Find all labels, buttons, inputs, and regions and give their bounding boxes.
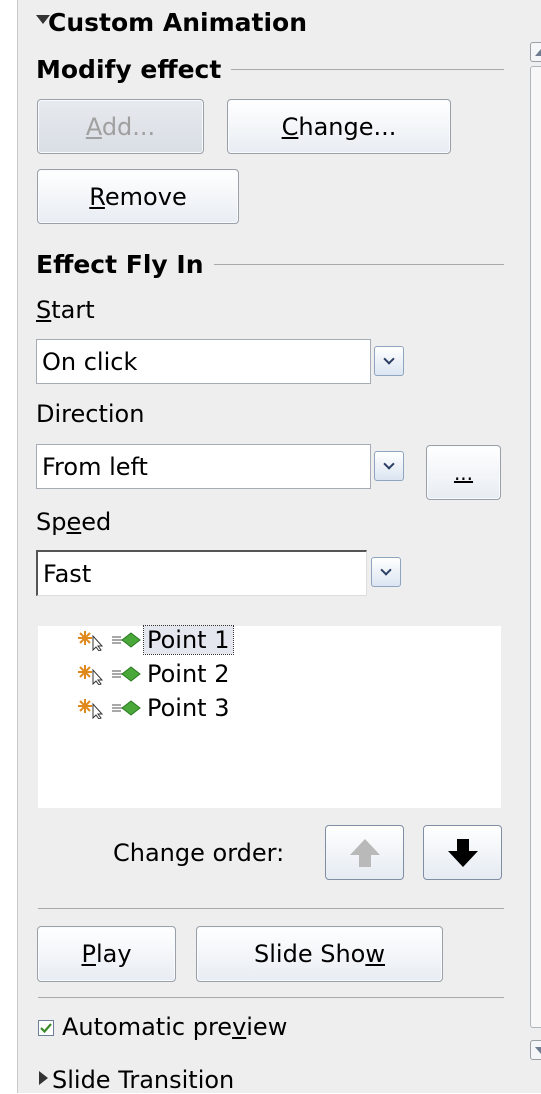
list-item[interactable]: Point 2	[78, 660, 233, 688]
list-item-label: Point 2	[147, 660, 230, 688]
slide-show-button-label: Slide Show	[254, 940, 385, 968]
start-select-value: On click	[42, 347, 138, 376]
scroll-up-button[interactable]	[530, 42, 541, 62]
move-down-button[interactable]	[423, 825, 502, 880]
add-button-label: Add...	[85, 112, 156, 141]
list-item[interactable]: Point 1	[78, 625, 234, 655]
direction-dropdown-button[interactable]	[374, 451, 404, 481]
change-order-label: Change order:	[113, 839, 285, 867]
panel-scrollbar[interactable]	[527, 40, 541, 1062]
effects-list[interactable]: Point 1 Point 2 Point 3	[38, 625, 501, 808]
modify-effect-heading: Modify effect	[36, 55, 232, 84]
direction-label: Direction	[36, 400, 145, 428]
preview-divider	[38, 997, 504, 998]
remove-button-label: Remove	[89, 182, 187, 211]
chevron-down-icon	[380, 564, 392, 576]
direction-select-value: From left	[42, 452, 148, 481]
change-button[interactable]: Change...	[227, 99, 451, 154]
panel-title[interactable]: Custom Animation	[48, 8, 307, 37]
on-click-trigger-icon	[78, 665, 104, 685]
list-item-label: Point 1	[143, 625, 234, 655]
chevron-down-icon	[383, 353, 395, 365]
start-label: Start	[36, 296, 95, 324]
fly-in-effect-icon	[112, 632, 141, 648]
play-button-label: Play	[81, 940, 132, 968]
list-item-label: Point 3	[147, 694, 230, 722]
effect-options-button-label: ...	[453, 460, 474, 485]
start-dropdown-button[interactable]	[374, 346, 404, 376]
expand-triangle-icon[interactable]	[39, 1071, 48, 1085]
speed-label: Speed	[36, 508, 112, 536]
speed-select-value: Fast	[43, 559, 92, 588]
slide-show-button[interactable]: Slide Show	[196, 926, 443, 982]
chevron-up-icon	[535, 48, 541, 56]
effect-heading: Effect Fly In	[36, 250, 214, 279]
fly-in-effect-icon	[112, 666, 141, 682]
chevron-down-icon	[535, 1046, 541, 1054]
actions-divider	[38, 908, 504, 909]
checkmark-icon	[40, 1023, 52, 1034]
move-up-button[interactable]	[325, 825, 404, 880]
scroll-down-button[interactable]	[530, 1040, 541, 1060]
automatic-preview-label[interactable]: Automatic preview	[62, 1013, 287, 1041]
remove-button[interactable]: Remove	[37, 169, 239, 224]
play-button[interactable]: Play	[37, 926, 176, 982]
speed-select[interactable]: Fast	[36, 550, 367, 596]
fly-in-effect-icon	[112, 700, 141, 716]
speed-dropdown-button[interactable]	[371, 557, 401, 587]
on-click-trigger-icon	[78, 631, 104, 651]
move-up-arrow-icon	[349, 838, 380, 867]
chevron-down-icon	[383, 458, 395, 470]
move-down-arrow-icon	[447, 838, 478, 867]
automatic-preview-checkbox[interactable]	[38, 1020, 54, 1036]
direction-select[interactable]: From left	[36, 444, 371, 489]
change-button-label: Change...	[281, 112, 397, 141]
on-click-trigger-icon	[78, 699, 104, 719]
effect-options-button[interactable]: ...	[426, 445, 501, 500]
add-button[interactable]: Add...	[37, 99, 204, 154]
scroll-thumb[interactable]	[530, 66, 541, 1028]
list-item[interactable]: Point 3	[78, 694, 233, 722]
custom-animation-panel: Custom Animation Modify effect Add... Ch…	[17, 0, 541, 1094]
start-select[interactable]: On click	[36, 339, 371, 384]
slide-transition-title[interactable]: Slide Transition	[52, 1066, 234, 1094]
